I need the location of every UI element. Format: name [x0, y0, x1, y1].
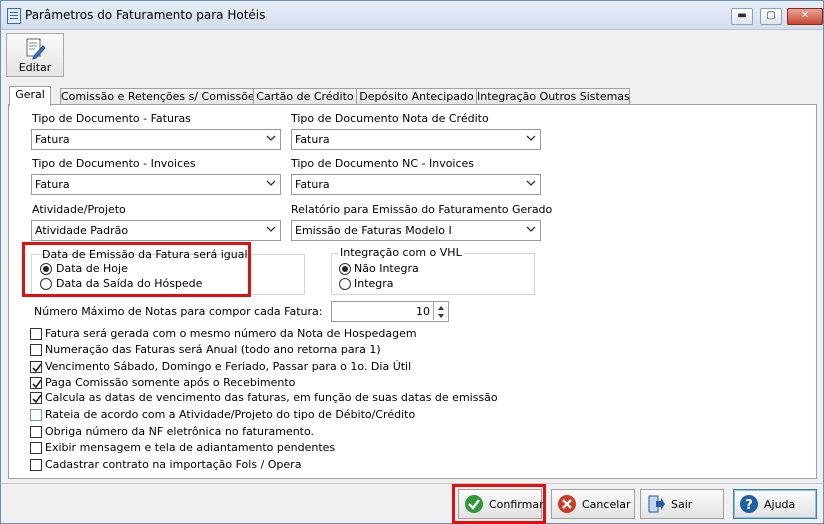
exit-button[interactable]: Sair	[640, 489, 724, 519]
tipo-doc-nc-invoices-label: Tipo de Documento NC - Invoices	[291, 157, 475, 170]
tab-deposito-antecipado[interactable]: Depósito Antecipado	[356, 88, 477, 105]
highlight-box-confirmar	[452, 484, 546, 524]
close-button[interactable]: ✕	[787, 8, 823, 25]
checkmark-icon	[32, 363, 42, 373]
checkmark-icon	[32, 394, 42, 404]
checkbox-exibir-adiantamento[interactable]	[30, 442, 42, 454]
chevron-down-icon	[526, 226, 536, 232]
tipo-doc-faturas-label: Tipo de Documento - Faturas	[32, 112, 191, 125]
spin-up-button[interactable]	[433, 302, 448, 311]
radio-nao-integra-label: Não Integra	[354, 262, 419, 275]
edit-button[interactable]: Editar	[6, 33, 64, 77]
exit-door-icon	[648, 495, 665, 513]
checkbox-paga-comissao[interactable]	[30, 377, 42, 389]
title-bar: Parâmetros do Faturamento para Hotéis ▬ …	[1, 1, 823, 30]
dialog-window: Parâmetros do Faturamento para Hotéis ▬ …	[0, 0, 824, 524]
bottom-separator	[1, 483, 823, 484]
tipo-doc-invoices-select[interactable]: Fatura	[31, 174, 281, 195]
max-notas-label: Número Máximo de Notas para compor cada …	[34, 305, 323, 318]
relatorio-emissao-select[interactable]: Emissão de Faturas Modelo I	[291, 220, 541, 241]
checkbox-mesmo-numero-nota[interactable]	[30, 328, 42, 340]
checkbox-obriga-nf-eletronica-label: Obriga número da NF eletrônica no fatura…	[45, 425, 315, 438]
tipo-doc-invoices-label: Tipo de Documento - Invoices	[32, 157, 196, 170]
chevron-down-icon	[526, 135, 536, 141]
checkbox-rateia-atividade-label: Rateia de acordo com a Atividade/Projeto…	[45, 408, 416, 421]
arrow-down-icon	[438, 314, 444, 318]
edit-icon	[26, 38, 45, 60]
tipo-doc-nc-invoices-value: Fatura	[295, 178, 330, 191]
checkmark-icon	[32, 379, 42, 389]
checkbox-exibir-adiantamento-label: Exibir mensagem e tela de adiantamento p…	[45, 441, 336, 454]
checkbox-vencimento-dia-util[interactable]	[30, 361, 42, 373]
checkbox-calcula-vencimento-label: Calcula as datas de vencimento das fatur…	[45, 391, 498, 404]
checkbox-cadastrar-contrato-label: Cadastrar contrato na importação Fols / …	[45, 458, 302, 471]
atividade-projeto-select[interactable]: Atividade Padrão	[31, 220, 281, 241]
tipo-doc-nota-credito-value: Fatura	[295, 133, 330, 146]
window-title: Parâmetros do Faturamento para Hotéis	[25, 8, 266, 22]
max-notas-input[interactable]: 10	[331, 301, 449, 322]
tab-geral[interactable]: Geral	[9, 86, 51, 106]
tipo-doc-faturas-value: Fatura	[35, 133, 70, 146]
edit-button-label: Editar	[18, 61, 52, 74]
checkbox-paga-comissao-label: Paga Comissão somente após o Recebimento	[45, 376, 296, 389]
checkbox-rateia-atividade[interactable]	[30, 409, 42, 421]
spin-down-button[interactable]	[433, 311, 448, 320]
tab-comissao[interactable]: Comissão e Retenções s/ Comissões	[60, 88, 260, 105]
cancel-button-label: Cancelar	[582, 498, 631, 511]
checkbox-numeracao-anual-label: Numeração das Faturas será Anual (todo a…	[45, 343, 381, 356]
cancel-icon	[558, 495, 576, 513]
help-icon: ?	[740, 495, 758, 513]
exit-button-label: Sair	[671, 498, 693, 511]
chevron-down-icon	[526, 180, 536, 186]
atividade-projeto-label: Atividade/Projeto	[32, 203, 126, 216]
tipo-doc-faturas-select[interactable]: Fatura	[31, 129, 281, 150]
tab-integracao-outros[interactable]: Integração Outros Sistemas	[476, 88, 630, 105]
chevron-down-icon	[266, 226, 276, 232]
app-icon	[7, 8, 21, 24]
checkbox-vencimento-dia-util-label: Vencimento Sábado, Domingo e Feriado, Pa…	[45, 360, 412, 373]
svg-text:?: ?	[745, 498, 753, 513]
minimize-button[interactable]: ▬	[731, 8, 753, 25]
maximize-button[interactable]: ▢	[760, 8, 782, 25]
max-notas-value: 10	[416, 305, 430, 318]
radio-integra-label: Integra	[354, 277, 394, 290]
chevron-down-icon	[266, 180, 276, 186]
cancel-button[interactable]: Cancelar	[551, 489, 635, 519]
checkbox-calcula-vencimento[interactable]	[30, 392, 42, 404]
checkbox-cadastrar-contrato[interactable]	[30, 459, 42, 471]
tipo-doc-invoices-value: Fatura	[35, 178, 70, 191]
chevron-down-icon	[266, 135, 276, 141]
relatorio-emissao-label: Relatório para Emissão do Faturamento Ge…	[291, 203, 553, 216]
radio-integra[interactable]	[339, 278, 351, 290]
highlight-box-data-emissao	[22, 242, 251, 297]
checkbox-obriga-nf-eletronica[interactable]	[30, 426, 42, 438]
integracao-vhl-legend: Integração com o VHL	[338, 246, 464, 259]
tipo-doc-nota-credito-select[interactable]: Fatura	[291, 129, 541, 150]
tipo-doc-nc-invoices-select[interactable]: Fatura	[291, 174, 541, 195]
help-button[interactable]: ? Ajuda	[733, 489, 817, 519]
tab-cartao-credito[interactable]: Cartão de Crédito	[253, 88, 357, 105]
checkbox-mesmo-numero-nota-label: Fatura será gerada com o mesmo número da…	[45, 327, 417, 340]
relatorio-emissao-value: Emissão de Faturas Modelo I	[295, 224, 452, 237]
help-button-label: Ajuda	[764, 498, 796, 511]
checkbox-numeracao-anual[interactable]	[30, 344, 42, 356]
atividade-projeto-value: Atividade Padrão	[35, 224, 129, 237]
radio-nao-integra[interactable]	[339, 263, 351, 275]
tipo-doc-nota-credito-label: Tipo de Documento Nota de Crédito	[291, 112, 489, 125]
